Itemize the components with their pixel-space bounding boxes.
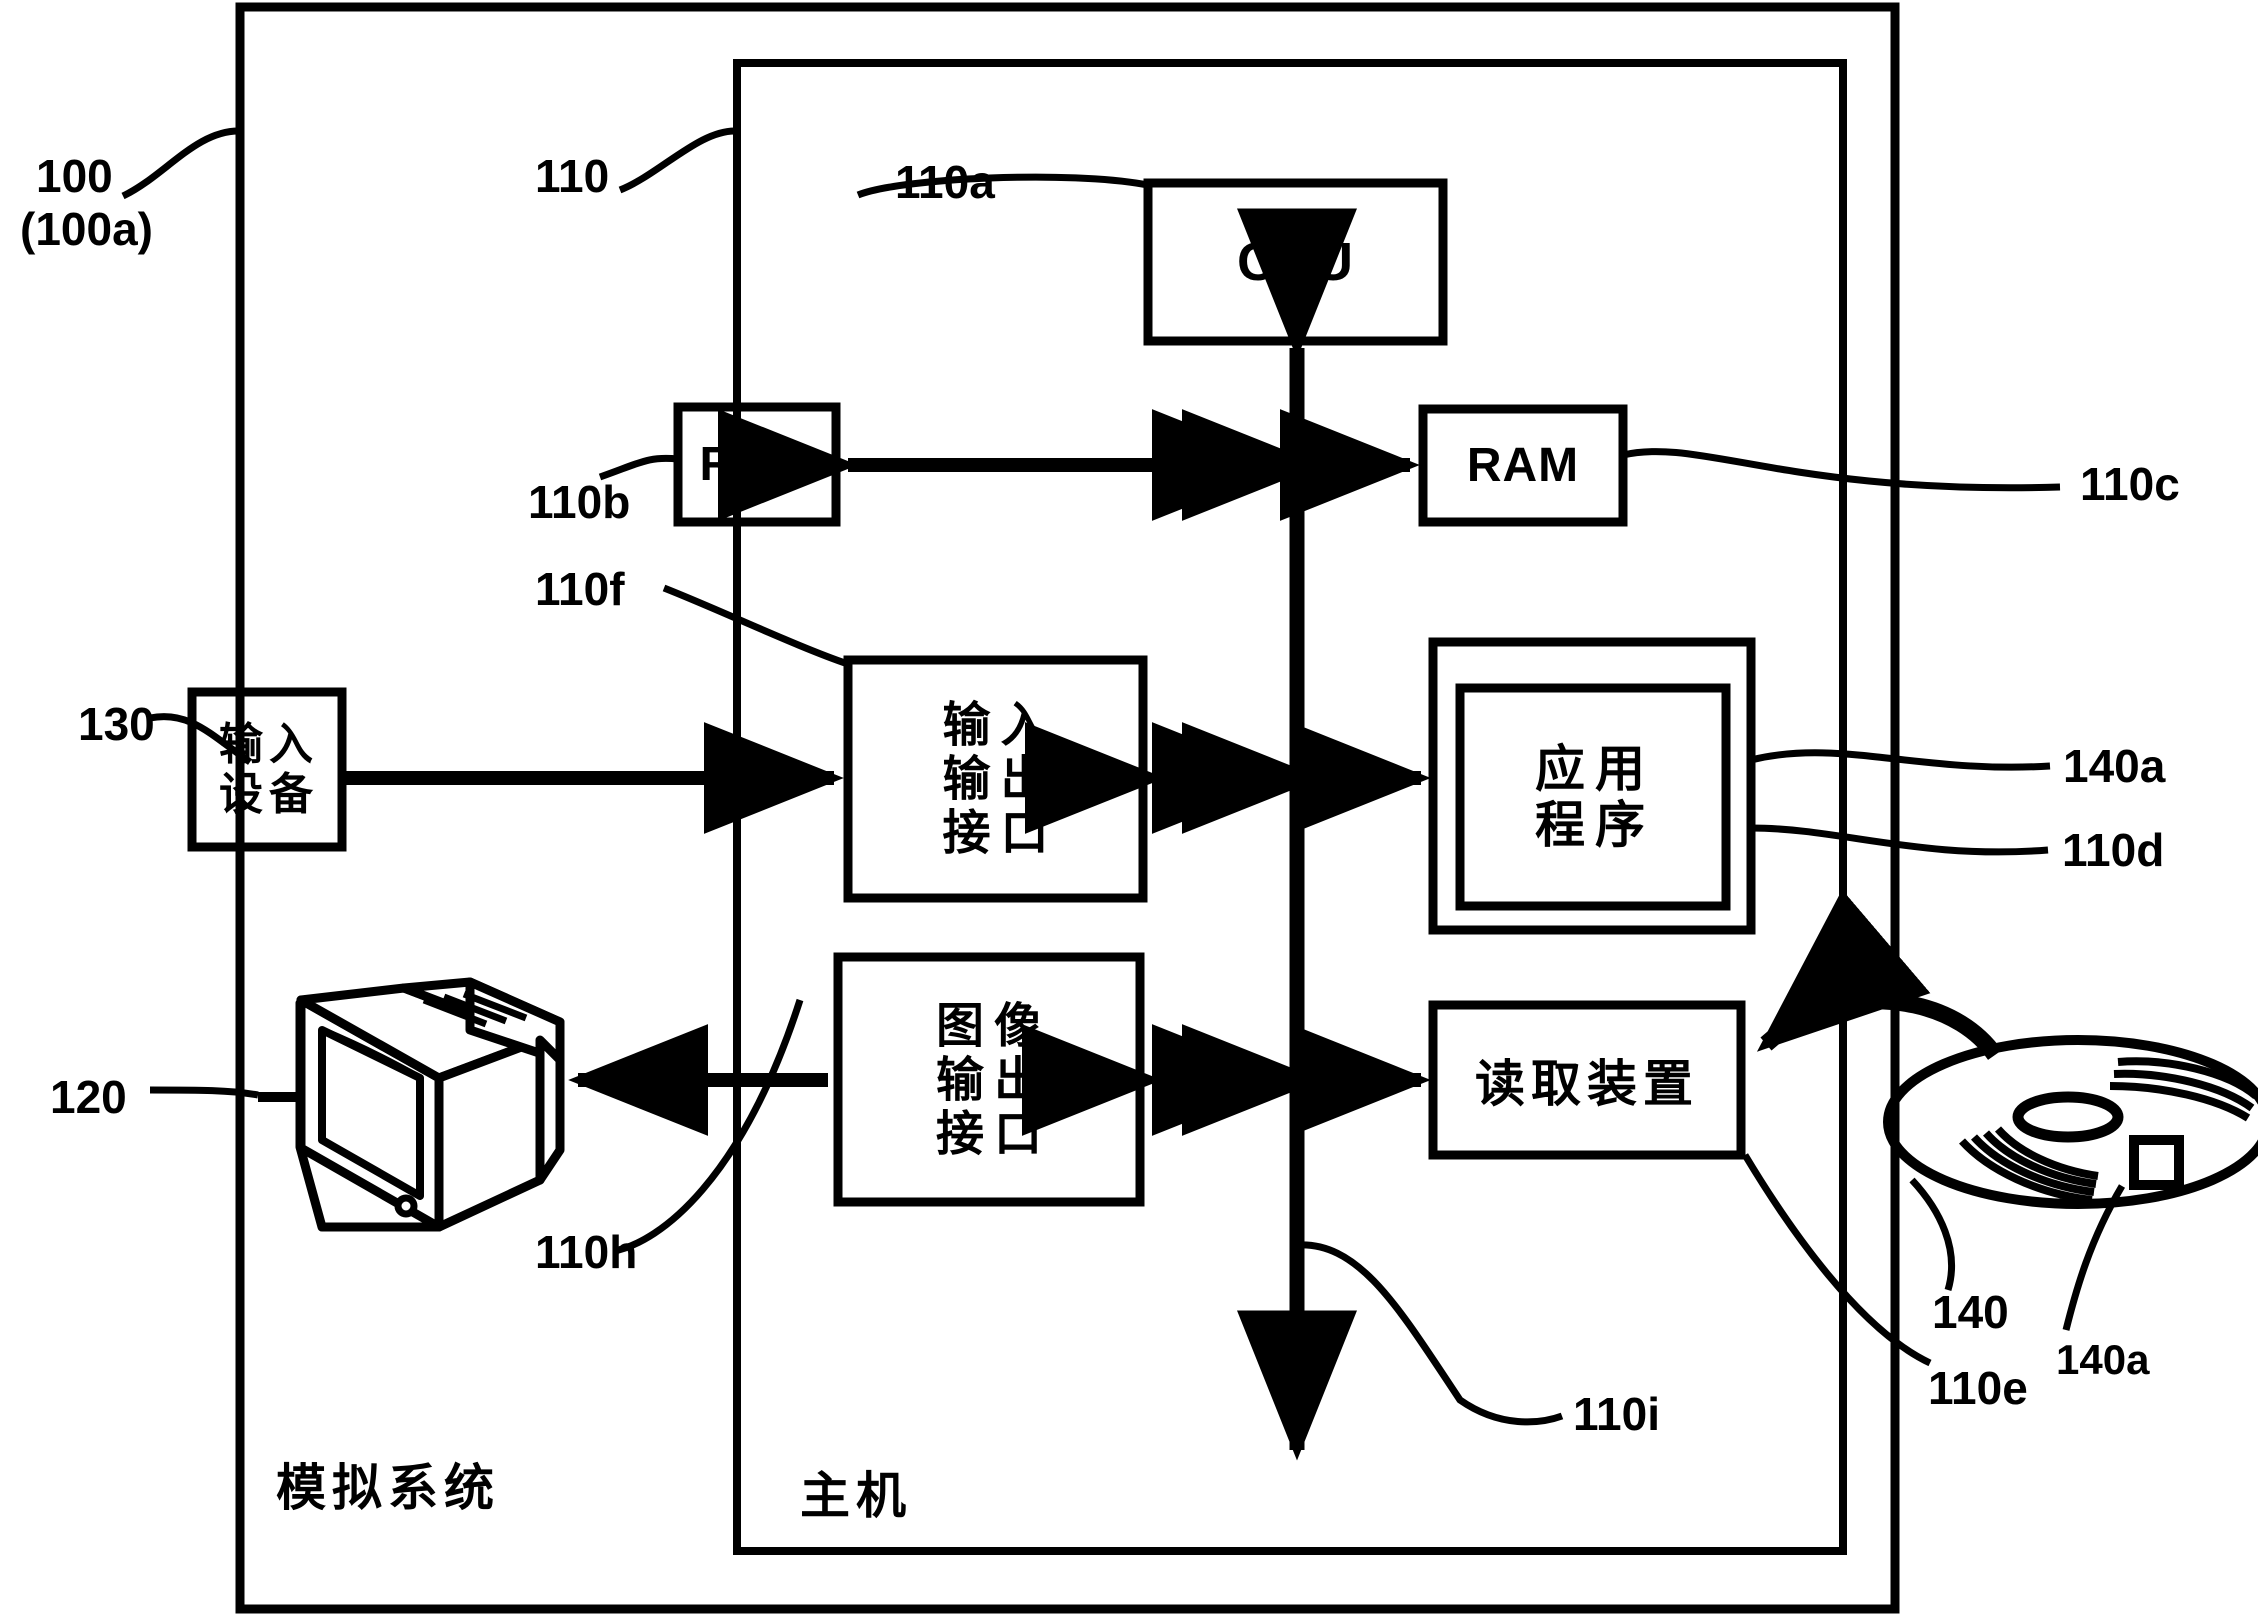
ref-label-100a: (100a) [20, 203, 153, 255]
optical-disc-illustration [1883, 1035, 2258, 1209]
io-cell-1: 入 [1000, 697, 1049, 753]
io-interface-label: 输 入 输 出 接 口 [848, 660, 1143, 898]
ref-label-140a-bottom: 140a [2056, 1336, 2150, 1383]
ref-label-110b: 110b [528, 476, 631, 528]
ref-label-140a-top: 140a [2063, 740, 2166, 792]
io-cell-3: 出 [1000, 751, 1049, 807]
video-cell-0: 图 [935, 997, 984, 1054]
io-cell-2: 输 [942, 751, 991, 807]
video-cell-5: 口 [994, 1105, 1043, 1162]
arrow-disc-reader [1756, 889, 2002, 1061]
outer-frame-caption: 模拟系统 [276, 1459, 500, 1517]
ref-label-140: 140 [1932, 1286, 2009, 1338]
cpu-label: CPU [1236, 232, 1354, 292]
video-interface-label: 图 像 输 出 接 口 [838, 957, 1140, 1202]
ref-label-110h: 110h [535, 1226, 638, 1278]
io-cell-4: 接 [942, 805, 991, 861]
input-device-label-line2: 设备 [219, 768, 319, 820]
io-cell-0: 输 [942, 697, 991, 753]
ref-label-110a: 110a [895, 156, 995, 208]
ref-label-110e: 110e [1928, 1362, 2028, 1414]
ref-label-110f: 110f [535, 563, 625, 615]
application-program-label: 应用 程序 [1460, 688, 1726, 906]
io-cell-5: 口 [1000, 805, 1049, 861]
inner-frame-caption: 主机 [800, 1467, 912, 1525]
display-monitor-illustration [258, 977, 565, 1232]
video-cell-4: 接 [935, 1105, 984, 1162]
ref-label-120: 120 [50, 1071, 127, 1123]
input-device-label: 输入 设备 [192, 692, 342, 847]
ref-label-110c: 110c [2080, 458, 2180, 510]
ram-label: RAM [1466, 439, 1580, 492]
application-label-line1: 应用 [1535, 740, 1655, 798]
video-cell-1: 像 [994, 997, 1043, 1054]
application-label-line2: 程序 [1535, 796, 1655, 854]
ref-label-130: 130 [78, 698, 155, 750]
reader-device-label: 读取装置 [1475, 1055, 1699, 1113]
rom-label: ROM [699, 438, 815, 491]
ref-label-110i: 110i [1573, 1388, 1660, 1440]
ref-label-110: 110 [535, 150, 610, 202]
video-cell-2: 输 [935, 1051, 984, 1108]
ref-label-110d: 110d [2062, 824, 2165, 876]
input-device-label-line1: 输入 [219, 719, 319, 771]
video-cell-3: 出 [994, 1051, 1043, 1108]
patent-figure-canvas: 100 (100a) 110 110a 110b 110c 110f 130 1… [0, 0, 2258, 1619]
ref-label-100: 100 [36, 150, 113, 202]
